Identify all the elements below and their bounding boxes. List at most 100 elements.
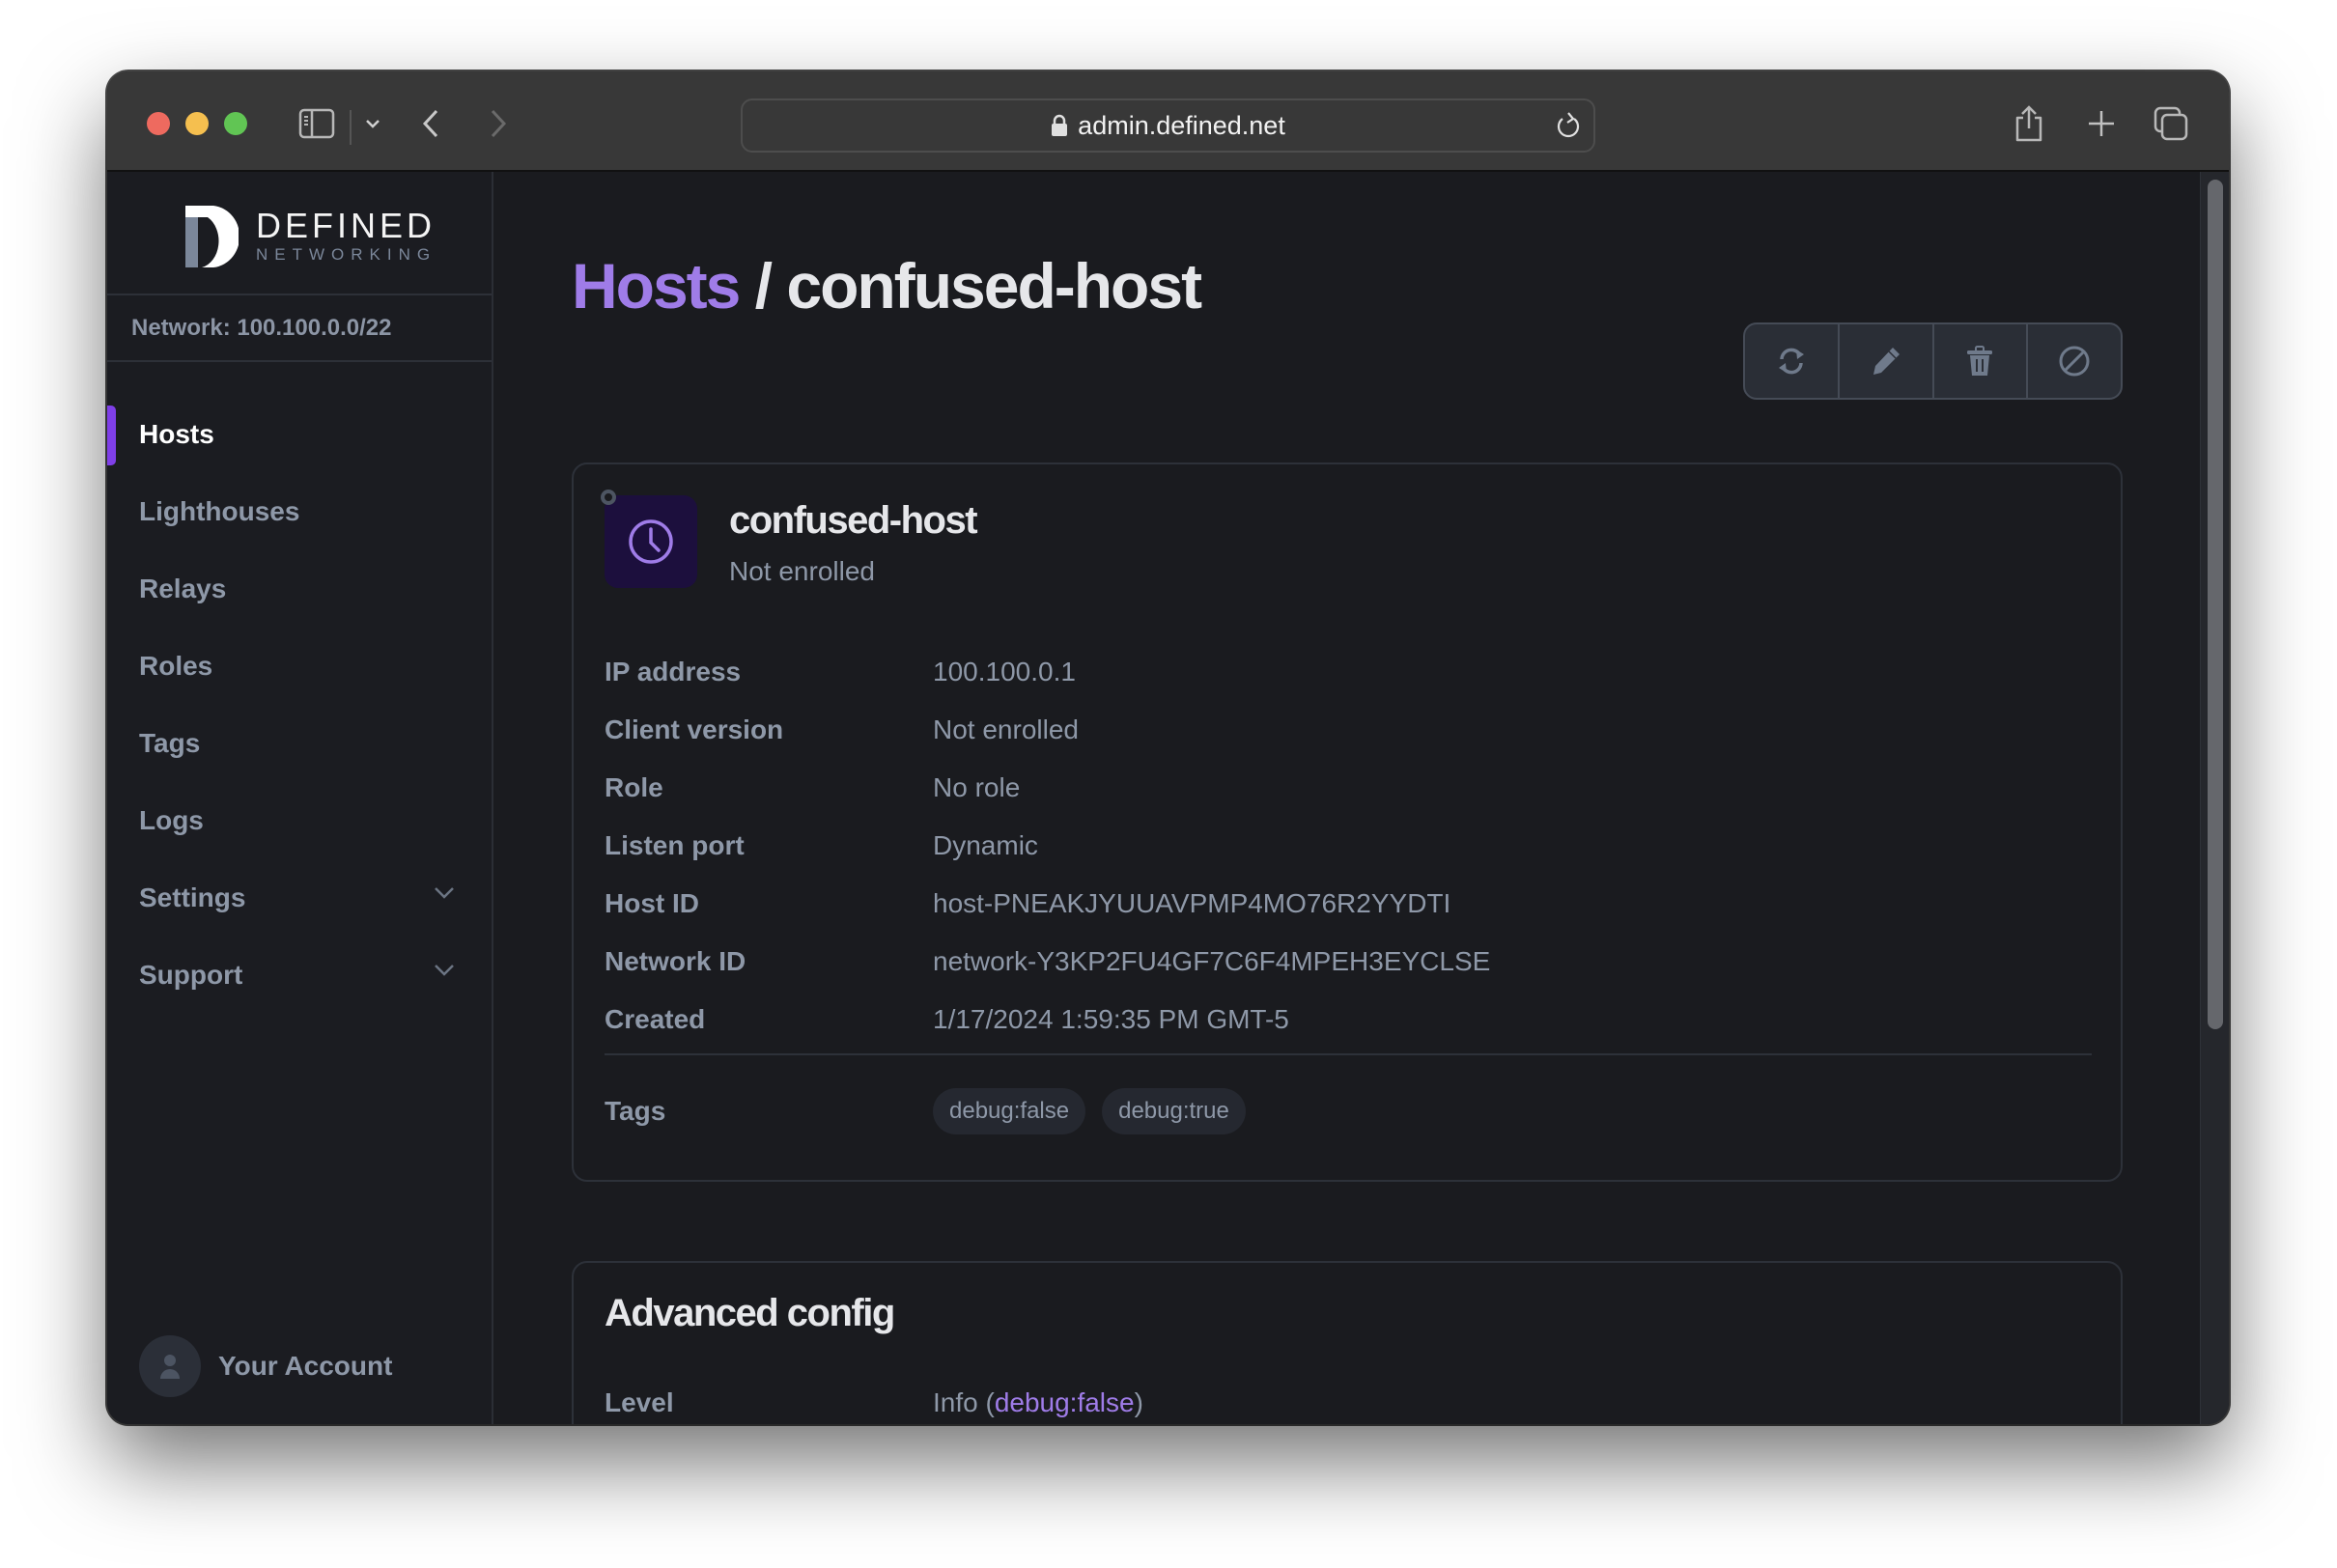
sidebar-item-label: Logs bbox=[139, 805, 204, 835]
detail-key: Level bbox=[605, 1387, 674, 1417]
sidebar-item-label: Lighthouses bbox=[139, 496, 300, 526]
host-details-card: confused-host Not enrolled IP address 100… bbox=[572, 462, 2123, 1182]
advanced-config-title: Advanced config bbox=[605, 1292, 895, 1334]
share-icon[interactable] bbox=[2010, 100, 2048, 147]
url-text: admin.defined.net bbox=[1078, 110, 1285, 140]
detail-row-created: Created 1/17/2024 1:59:35 PM GMT-5 bbox=[605, 991, 2092, 1049]
new-tab-icon[interactable] bbox=[2082, 100, 2121, 147]
tag-chip[interactable]: debug:true bbox=[1102, 1088, 1246, 1134]
detail-key: Created bbox=[605, 1004, 706, 1034]
host-details-list: IP address 100.100.0.1 Client version Not … bbox=[605, 643, 2092, 1049]
back-icon[interactable] bbox=[416, 100, 445, 147]
sidebar-item-label: Settings bbox=[139, 882, 246, 912]
sidebar-nav: Hosts Lighthouses Relays Roles Tags Logs… bbox=[107, 396, 492, 1014]
detail-value: host-PNEAKJYUUAVPMP4MO76R2YYDTI bbox=[933, 888, 1451, 918]
detail-row-client-version: Client version Not enrolled bbox=[605, 701, 2092, 759]
account-label: Your Account bbox=[218, 1351, 393, 1381]
detail-value: network-Y3KP2FU4GF7C6F4MPEH3EYCLSE bbox=[933, 946, 1491, 976]
reload-icon[interactable] bbox=[1555, 110, 1582, 141]
page-title: Hosts / confused-host bbox=[572, 249, 1202, 322]
refresh-icon bbox=[1778, 348, 1804, 375]
detail-value: Dynamic bbox=[933, 830, 1038, 860]
breadcrumb-hosts-link[interactable]: Hosts bbox=[572, 250, 741, 322]
network-selector[interactable]: Network: 100.100.0.0/22 bbox=[107, 294, 492, 362]
host-status: Not enrolled bbox=[729, 556, 875, 586]
host-name: confused-host bbox=[729, 499, 978, 542]
chevron-down-icon bbox=[434, 886, 455, 900]
detail-value: 100.100.0.1 bbox=[933, 657, 1076, 686]
sidebar-item-support[interactable]: Support bbox=[107, 937, 492, 1014]
sidebar-item-label: Hosts bbox=[139, 419, 214, 449]
sidebar-item-settings[interactable]: Settings bbox=[107, 859, 492, 937]
detail-value: 1/17/2024 1:59:35 PM GMT-5 bbox=[933, 1004, 1289, 1034]
sidebar-item-hosts[interactable]: Hosts bbox=[107, 396, 492, 473]
sidebar: DEFINED NETWORKING Network: 100.100.0.0/… bbox=[107, 172, 493, 1424]
clock-icon bbox=[629, 519, 673, 564]
scrollbar[interactable] bbox=[2200, 172, 2229, 1424]
detail-row-host-id: Host ID host-PNEAKJYUUAVPMP4MO76R2YYDTI bbox=[605, 875, 2092, 933]
sidebar-item-tags[interactable]: Tags bbox=[107, 705, 492, 782]
level-tag-link[interactable]: debug:false bbox=[995, 1387, 1135, 1417]
forward-icon[interactable] bbox=[484, 100, 513, 147]
detail-key: Network ID bbox=[605, 946, 746, 976]
detail-row-network-id: Network ID network-Y3KP2FU4GF7C6F4MPEH3EY… bbox=[605, 933, 2092, 991]
logo-title: DEFINED bbox=[256, 206, 436, 245]
tags-row: Tags debug:false debug:true bbox=[605, 1082, 1262, 1140]
defined-networking-logo[interactable]: DEFINED NETWORKING bbox=[184, 193, 436, 280]
detail-value: Not enrolled bbox=[933, 714, 1079, 744]
scrollbar-thumb[interactable] bbox=[2208, 180, 2223, 1029]
tag-chip[interactable]: debug:false bbox=[933, 1088, 1086, 1134]
divider bbox=[605, 1053, 2092, 1055]
toolbar-divider bbox=[350, 110, 352, 145]
level-prefix: Info ( bbox=[933, 1387, 995, 1417]
tab-overview-icon[interactable] bbox=[2152, 100, 2190, 147]
browser-titlebar: admin.defined.net bbox=[107, 71, 2229, 172]
minimize-window-button[interactable] bbox=[185, 112, 209, 135]
address-bar[interactable]: admin.defined.net bbox=[741, 98, 1595, 153]
avatar bbox=[139, 1335, 201, 1397]
page-title-text: confused-host bbox=[786, 250, 1202, 322]
logo-mark-icon bbox=[185, 206, 239, 267]
detail-key: Host ID bbox=[605, 888, 699, 918]
zoom-window-button[interactable] bbox=[224, 112, 247, 135]
logo-subtitle: NETWORKING bbox=[256, 245, 437, 264]
block-icon bbox=[2059, 346, 2090, 377]
refresh-button[interactable] bbox=[1745, 324, 1840, 398]
pencil-icon bbox=[1872, 348, 1900, 375]
user-icon bbox=[160, 1355, 180, 1379]
detail-value: Info (debug:false) bbox=[933, 1387, 1143, 1418]
sidebar-item-label: Tags bbox=[139, 728, 201, 758]
detail-key: IP address bbox=[605, 657, 742, 686]
sidebar-item-roles[interactable]: Roles bbox=[107, 628, 492, 705]
block-button[interactable] bbox=[2028, 324, 2121, 398]
status-dot bbox=[601, 490, 616, 505]
sidebar-item-label: Relays bbox=[139, 574, 227, 603]
sidebar-item-lighthouses[interactable]: Lighthouses bbox=[107, 473, 492, 550]
detail-value: No role bbox=[933, 772, 1021, 802]
chevron-down-icon bbox=[434, 964, 455, 977]
close-window-button[interactable] bbox=[147, 112, 170, 135]
lock-icon bbox=[1051, 114, 1068, 137]
edit-button[interactable] bbox=[1840, 324, 1934, 398]
sidebar-item-label: Roles bbox=[139, 651, 213, 681]
detail-row-role: Role No role bbox=[605, 759, 2092, 817]
sidebar-item-relays[interactable]: Relays bbox=[107, 550, 492, 628]
sidebar-item-logs[interactable]: Logs bbox=[107, 782, 492, 859]
host-status-icon bbox=[601, 490, 697, 588]
tags-label: Tags bbox=[605, 1096, 666, 1126]
detail-key: Listen port bbox=[605, 830, 745, 860]
detail-key: Role bbox=[605, 772, 663, 802]
detail-row-ip-address: IP address 100.100.0.1 bbox=[605, 643, 2092, 701]
trash-icon bbox=[1967, 346, 1993, 376]
breadcrumb-separator: / bbox=[754, 250, 773, 322]
detail-key: Client version bbox=[605, 714, 784, 744]
delete-button[interactable] bbox=[1934, 324, 2029, 398]
sidebar-item-label: Support bbox=[139, 960, 243, 990]
account-menu[interactable]: Your Account bbox=[139, 1335, 392, 1397]
chevron-down-icon[interactable] bbox=[358, 100, 387, 147]
level-suffix: ) bbox=[1134, 1387, 1143, 1417]
detail-row-listen-port: Listen port Dynamic bbox=[605, 817, 2092, 875]
sidebar-toggle-icon[interactable] bbox=[297, 100, 336, 147]
host-actions-group bbox=[1743, 322, 2123, 400]
advanced-config-card: Advanced config Level Info (debug:false) bbox=[572, 1261, 2123, 1424]
